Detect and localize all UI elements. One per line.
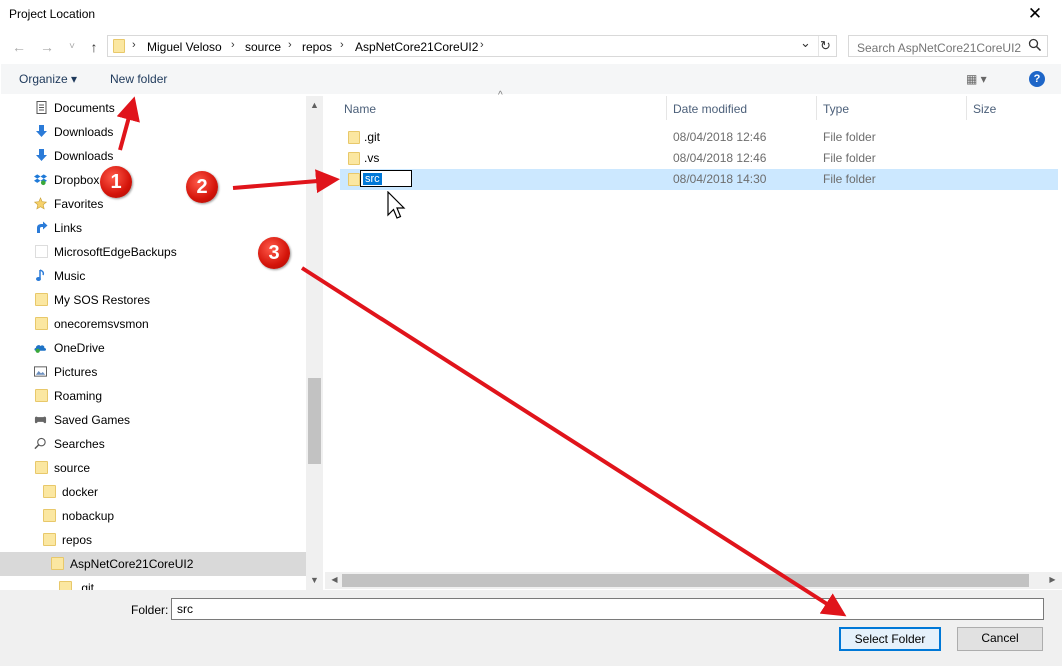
- annotation-badge-1: 1: [100, 166, 132, 198]
- annotation-arrow-2: [232, 169, 340, 194]
- annotation-arrow-3: [300, 266, 847, 617]
- annotation-badge-3: 3: [258, 237, 290, 269]
- annotation-arrows: [116, 96, 847, 617]
- annotation-badge-2: 2: [186, 171, 218, 203]
- annotation-arrow-1: [116, 96, 140, 151]
